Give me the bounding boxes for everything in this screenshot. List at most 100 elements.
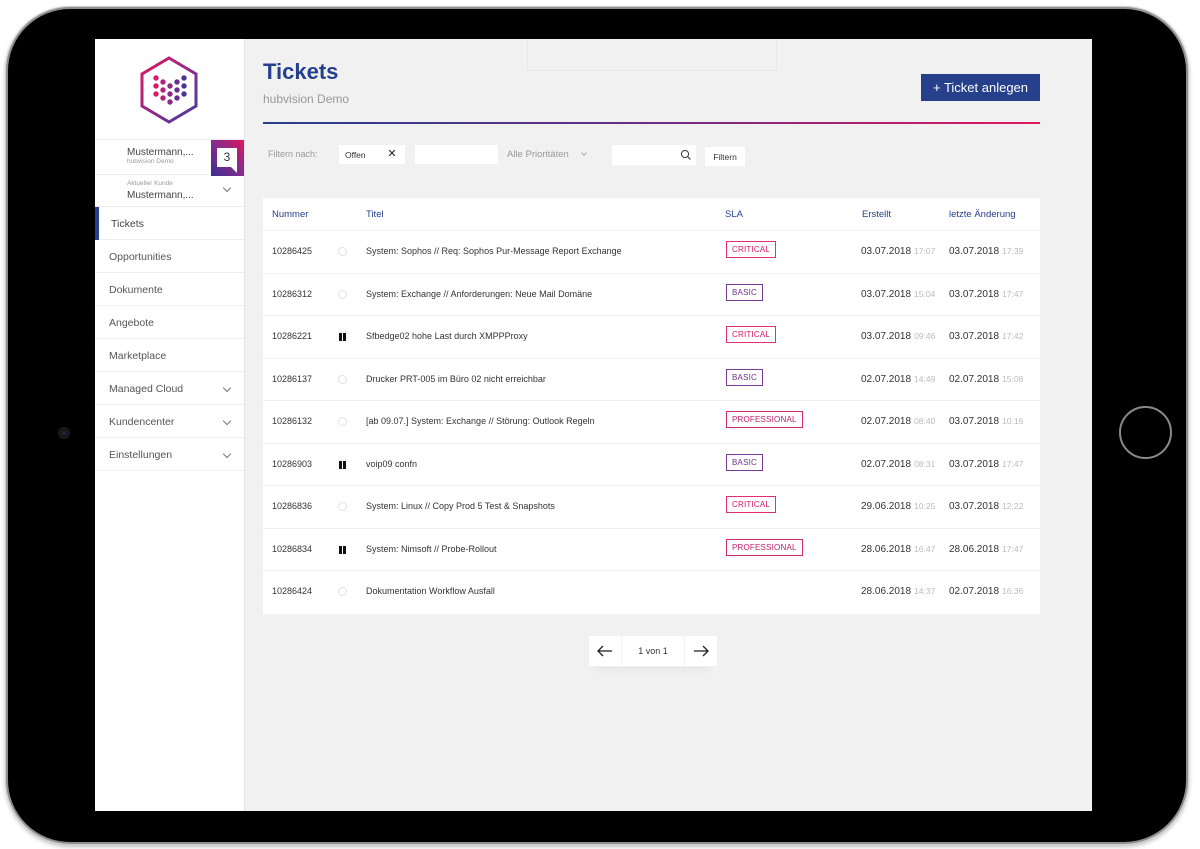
- created-time: 15:04: [914, 288, 936, 299]
- ticket-changed: 03.07.2018 17:47: [949, 289, 1023, 300]
- close-icon[interactable]: ✕: [383, 147, 401, 162]
- filter-text-input[interactable]: [415, 145, 498, 164]
- pause-icon: [338, 545, 347, 554]
- created-date: 29.06.2018: [861, 501, 912, 512]
- sla-badge: CRITICAL: [726, 241, 777, 258]
- tickets-table: Nummer Titel SLA Erstellt letzte Änderun…: [263, 198, 1040, 614]
- ticket-title: System: Sophos // Req: Sophos Pur-Messag…: [366, 246, 622, 256]
- created-date: 28.06.2018: [861, 586, 912, 597]
- new-ticket-button[interactable]: + Ticket anlegen: [921, 74, 1040, 101]
- table-row[interactable]: 10286836 System: Linux // Copy Prod 5 Tes…: [263, 486, 1040, 529]
- table-row[interactable]: 10286425 System: Sophos // Req: Sophos Pu…: [263, 231, 1040, 274]
- column-header-titel[interactable]: Titel: [366, 209, 384, 220]
- status-circle-icon: [338, 417, 347, 426]
- table-row[interactable]: 10286903 voip09 confn BASIC 02.07.2018 08:31…: [263, 444, 1040, 486]
- sla-badge: PROFESSIONAL: [726, 411, 803, 428]
- ticket-created: 03.07.2018 15:04: [861, 289, 935, 300]
- sla-badge: PROFESSIONAL: [726, 538, 803, 556]
- changed-time: 17:47: [1002, 543, 1024, 554]
- sidebar-item-marketplace[interactable]: Marketplace: [95, 339, 244, 372]
- created-date: 03.07.2018: [861, 331, 912, 342]
- ticket-number: 10286221: [272, 331, 313, 341]
- ticket-created: 02.07.2018 14:49: [861, 374, 935, 385]
- sidebar: Mustermann,... hubvision Demo 3 Aktuelle…: [95, 39, 245, 811]
- column-header-letzte-aenderung[interactable]: letzte Änderung: [949, 209, 1016, 220]
- ticket-sla: BASIC: [726, 368, 764, 386]
- sidebar-nav: Tickets Opportunities Dokumente Angebote…: [95, 207, 244, 471]
- logo-dot: [167, 83, 173, 89]
- sidebar-item-opportunities[interactable]: Opportunities: [95, 240, 244, 273]
- sidebar-item-label: Managed Cloud: [109, 383, 184, 395]
- chevron-down-icon: [581, 150, 587, 156]
- logo-dot: [160, 79, 166, 85]
- ticket-created: 02.07.2018 08:40: [861, 416, 935, 427]
- sidebar-item-einstellungen[interactable]: Einstellungen: [95, 438, 244, 471]
- sidebar-item-label: Dokumente: [109, 284, 163, 296]
- created-date: 02.07.2018: [861, 458, 912, 470]
- customer-selector[interactable]: Aktueller Kunde Mustermann,...: [95, 175, 244, 207]
- ticket-changed: 03.07.2018 17:47: [949, 459, 1023, 470]
- sidebar-item-angebote[interactable]: Angebote: [95, 306, 244, 339]
- ticket-title: Drucker PRT-005 im Büro 02 nicht erreich…: [366, 373, 546, 384]
- filter-submit-button[interactable]: Filtern: [705, 147, 745, 166]
- ticket-status: [338, 460, 348, 470]
- home-button[interactable]: [1119, 406, 1172, 459]
- logo-dot: [174, 87, 180, 93]
- sidebar-item-dokumente[interactable]: Dokumente: [95, 273, 244, 306]
- chevron-down-icon: [222, 183, 232, 193]
- ticket-number: 10286834: [272, 543, 313, 554]
- table-row[interactable]: 10286834 System: Nimsoft // Probe-Rollout…: [263, 529, 1040, 571]
- previous-page-button[interactable]: [589, 636, 621, 666]
- changed-time: 17:47: [1002, 288, 1024, 299]
- pause-icon: [338, 333, 347, 341]
- sidebar-item-managed-cloud[interactable]: Managed Cloud: [95, 372, 244, 405]
- filter-label: Filtern nach:: [268, 149, 318, 159]
- sidebar-item-kundencenter[interactable]: Kundencenter: [95, 405, 244, 438]
- search-input[interactable]: [612, 145, 678, 165]
- changed-time: 15:08: [1002, 373, 1024, 384]
- search-icon[interactable]: [680, 149, 692, 161]
- table-row[interactable]: 10286132 [ab 09.07.] System: Exchange // …: [263, 401, 1040, 444]
- logo-dot: [160, 95, 166, 101]
- created-date: 03.07.2018: [861, 288, 912, 300]
- column-header-nummer[interactable]: Nummer: [272, 209, 308, 220]
- logo-dot: [160, 87, 166, 93]
- ticket-sla: BASIC: [726, 453, 764, 471]
- created-time: 14:49: [914, 373, 936, 384]
- ticket-created: 02.07.2018 08:31: [861, 459, 935, 470]
- notification-count: 3: [217, 148, 237, 173]
- created-time: 08:31: [914, 458, 936, 469]
- table-row[interactable]: 10286424 Dokumentation Workflow Ausfall 28…: [263, 571, 1040, 614]
- status-circle-icon: [338, 502, 347, 511]
- ticket-number: 10286425: [272, 246, 313, 256]
- created-time: 10:25: [914, 501, 936, 511]
- changed-date: 02.07.2018: [949, 373, 1000, 385]
- next-page-button[interactable]: [685, 636, 717, 666]
- ticket-number: 10286132: [272, 416, 313, 426]
- ticket-changed: 03.07.2018 10:16: [949, 416, 1023, 427]
- table-row[interactable]: 10286221 Sfbedge02 hohe Last durch XMPPPr…: [263, 316, 1040, 359]
- priority-select[interactable]: Alle Prioritäten: [507, 149, 587, 160]
- ticket-status: [338, 332, 348, 342]
- status-circle-icon: [338, 289, 347, 299]
- sla-badge: BASIC: [726, 283, 764, 301]
- table-row[interactable]: 10286312 System: Exchange // Anforderunge…: [263, 274, 1040, 316]
- user-profile[interactable]: Mustermann,... hubvision Demo 3: [95, 139, 244, 176]
- logo-dot: [153, 83, 159, 89]
- changed-date: 03.07.2018: [949, 501, 1000, 512]
- chevron-down-icon: [222, 383, 232, 393]
- table-body: 10286425 System: Sophos // Req: Sophos Pu…: [263, 231, 1040, 614]
- created-date: 03.07.2018: [861, 246, 912, 257]
- changed-time: 10:16: [1002, 416, 1024, 426]
- page-info: 1 von 1: [622, 636, 684, 666]
- sidebar-item-tickets[interactable]: Tickets: [95, 207, 244, 240]
- notification-button[interactable]: 3: [211, 140, 244, 176]
- column-header-erstellt[interactable]: Erstellt: [862, 209, 891, 220]
- table-row[interactable]: 10286137 Drucker PRT-005 im Büro 02 nicht…: [263, 359, 1040, 401]
- changed-date: 02.07.2018: [949, 586, 1000, 597]
- ticket-title: Sfbedge02 hohe Last durch XMPPProxy: [366, 331, 528, 341]
- logo-dot: [174, 95, 180, 101]
- column-header-sla[interactable]: SLA: [725, 209, 743, 220]
- created-time: 09:46: [914, 331, 936, 341]
- hexagon-dots-logo-icon[interactable]: [139, 56, 199, 124]
